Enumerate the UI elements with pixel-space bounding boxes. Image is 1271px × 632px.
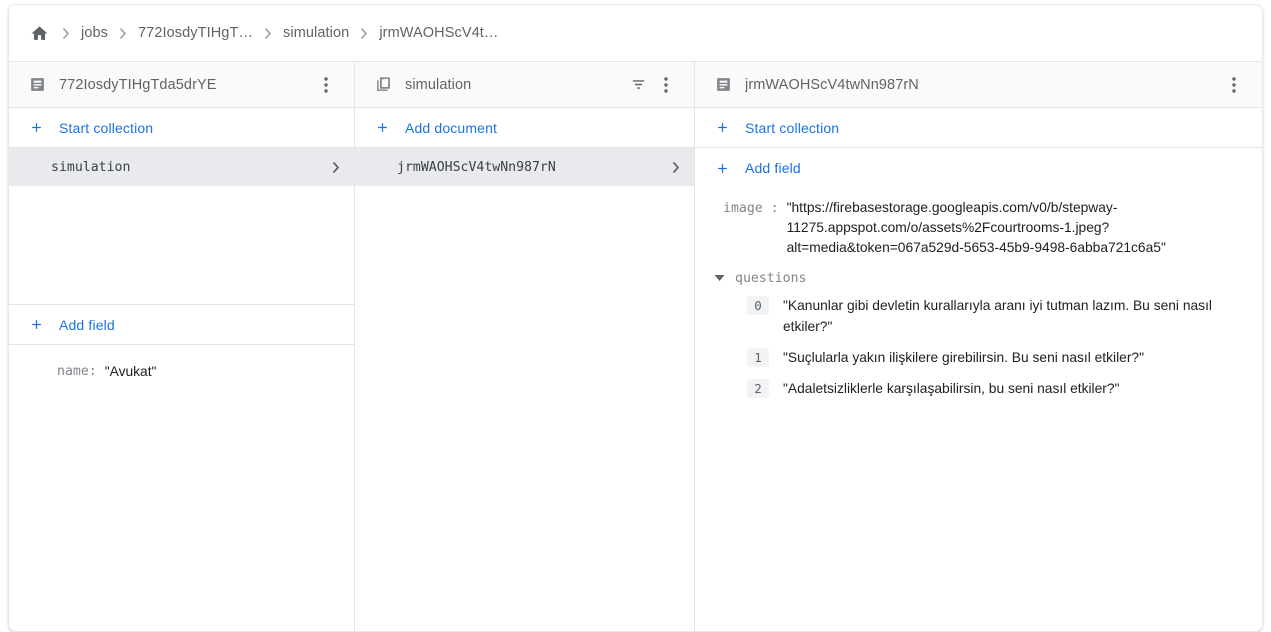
start-collection-button[interactable]: Start collection xyxy=(9,108,354,148)
panel-subdocument-header: jrmWAOHScV4twNn987rN xyxy=(695,62,1262,108)
field-value: "Avukat" xyxy=(104,364,157,379)
plus-icon xyxy=(27,119,45,137)
array-item-value: "Suçlularla yakın ilişkilere girebilirsi… xyxy=(783,350,1144,365)
panel-collection-header: simulation xyxy=(355,62,694,108)
array-item-value: "Kanunlar gibi devletin kurallarıyla ara… xyxy=(783,298,1212,334)
document-name: jrmWAOHScV4twNn987rN xyxy=(397,159,556,175)
add-field-button[interactable]: Add field xyxy=(695,148,1262,188)
filter-icon[interactable] xyxy=(624,71,652,99)
collection-list-item[interactable]: simulation xyxy=(9,148,354,186)
panel-subdocument-body: image : "https://firebasestorage.googlea… xyxy=(695,188,1262,631)
start-collection-label: Start collection xyxy=(745,119,840,136)
panel-collection: simulation Add document jrmWAOHScV4twNn9… xyxy=(355,62,695,631)
document-icon xyxy=(27,75,47,95)
panel-subdocument: jrmWAOHScV4twNn987rN Start collection Ad… xyxy=(695,62,1262,631)
data-card: jobs 772IosdyTIHgT… simulation jrmWAOHSc… xyxy=(8,4,1263,632)
breadcrumb-item-document[interactable]: 772IosdyTIHgT… xyxy=(138,25,253,41)
breadcrumb-item-simulation[interactable]: simulation xyxy=(283,25,349,41)
array-index-badge: 2 xyxy=(747,379,769,398)
breadcrumb-separator-2 xyxy=(264,27,272,40)
breadcrumb-item-jobs[interactable]: jobs xyxy=(81,25,108,41)
array-index-badge: 1 xyxy=(747,348,769,367)
panel-collection-title: simulation xyxy=(405,76,472,93)
collection-list-spacer xyxy=(9,186,354,305)
array-item-value: "Adaletsizliklerle karşılaşabilirsin, bu… xyxy=(783,381,1120,396)
panel-document: 772IosdyTIHgTda5drYE Start collection si… xyxy=(9,62,355,631)
collection-icon xyxy=(373,75,393,95)
breadcrumb-separator-0 xyxy=(62,27,70,40)
add-field-button[interactable]: Add field xyxy=(9,305,354,345)
panel-collection-body xyxy=(355,186,694,631)
breadcrumb-separator-3 xyxy=(360,27,368,40)
add-document-button[interactable]: Add document xyxy=(355,108,694,148)
field-row[interactable]: name : "Avukat" xyxy=(9,359,354,385)
field-row-image[interactable]: image : "https://firebasestorage.googlea… xyxy=(695,188,1262,262)
field-key: image : xyxy=(723,201,779,216)
array-item[interactable]: 1 "Suçlularla yakın ilişkilere girebilir… xyxy=(695,342,1262,373)
home-icon[interactable] xyxy=(27,21,51,45)
array-index-badge: 0 xyxy=(747,296,769,315)
panels-container: 772IosdyTIHgTda5drYE Start collection si… xyxy=(9,62,1262,631)
plus-icon xyxy=(713,159,731,177)
add-field-label: Add field xyxy=(59,316,115,333)
field-value: "https://firebasestorage.googleapis.com/… xyxy=(786,200,1166,255)
plus-icon xyxy=(373,119,391,137)
array-item[interactable]: 2 "Adaletsizliklerle karşılaşabilirsin, … xyxy=(695,373,1262,404)
firestore-data-browser: jobs 772IosdyTIHgT… simulation jrmWAOHSc… xyxy=(0,0,1271,632)
start-collection-button[interactable]: Start collection xyxy=(695,108,1262,148)
more-vert-icon[interactable] xyxy=(312,71,340,99)
add-field-label: Add field xyxy=(745,160,801,176)
field-key: name xyxy=(57,364,89,379)
add-document-label: Add document xyxy=(405,119,498,136)
document-list-item[interactable]: jrmWAOHScV4twNn987rN xyxy=(355,148,694,186)
breadcrumb: jobs 772IosdyTIHgT… simulation jrmWAOHSc… xyxy=(9,5,1262,62)
breadcrumb-separator-1 xyxy=(119,27,127,40)
collection-name: simulation xyxy=(51,159,131,175)
document-fields: name : "Avukat" xyxy=(9,345,354,385)
plus-icon xyxy=(27,316,45,334)
more-vert-icon[interactable] xyxy=(1220,71,1248,99)
caret-down-icon[interactable] xyxy=(709,268,729,288)
more-vert-icon[interactable] xyxy=(652,71,680,99)
array-item[interactable]: 0 "Kanunlar gibi devletin kurallarıyla a… xyxy=(695,290,1262,342)
panel-document-title: 772IosdyTIHgTda5drYE xyxy=(59,76,217,93)
chevron-right-icon xyxy=(332,161,340,174)
document-icon xyxy=(713,75,733,95)
array-field-name: questions xyxy=(735,270,807,286)
panel-document-header: 772IosdyTIHgTda5drYE xyxy=(9,62,354,108)
chevron-right-icon xyxy=(672,161,680,174)
panel-document-body: Add field name : "Avukat" xyxy=(9,186,354,631)
breadcrumb-item-subdocument[interactable]: jrmWAOHScV4t… xyxy=(379,25,498,41)
start-collection-label: Start collection xyxy=(59,119,154,136)
plus-icon xyxy=(713,119,731,137)
array-field-questions[interactable]: questions xyxy=(695,262,1262,290)
field-colon: : xyxy=(88,364,97,379)
panel-subdocument-title: jrmWAOHScV4twNn987rN xyxy=(745,76,919,93)
